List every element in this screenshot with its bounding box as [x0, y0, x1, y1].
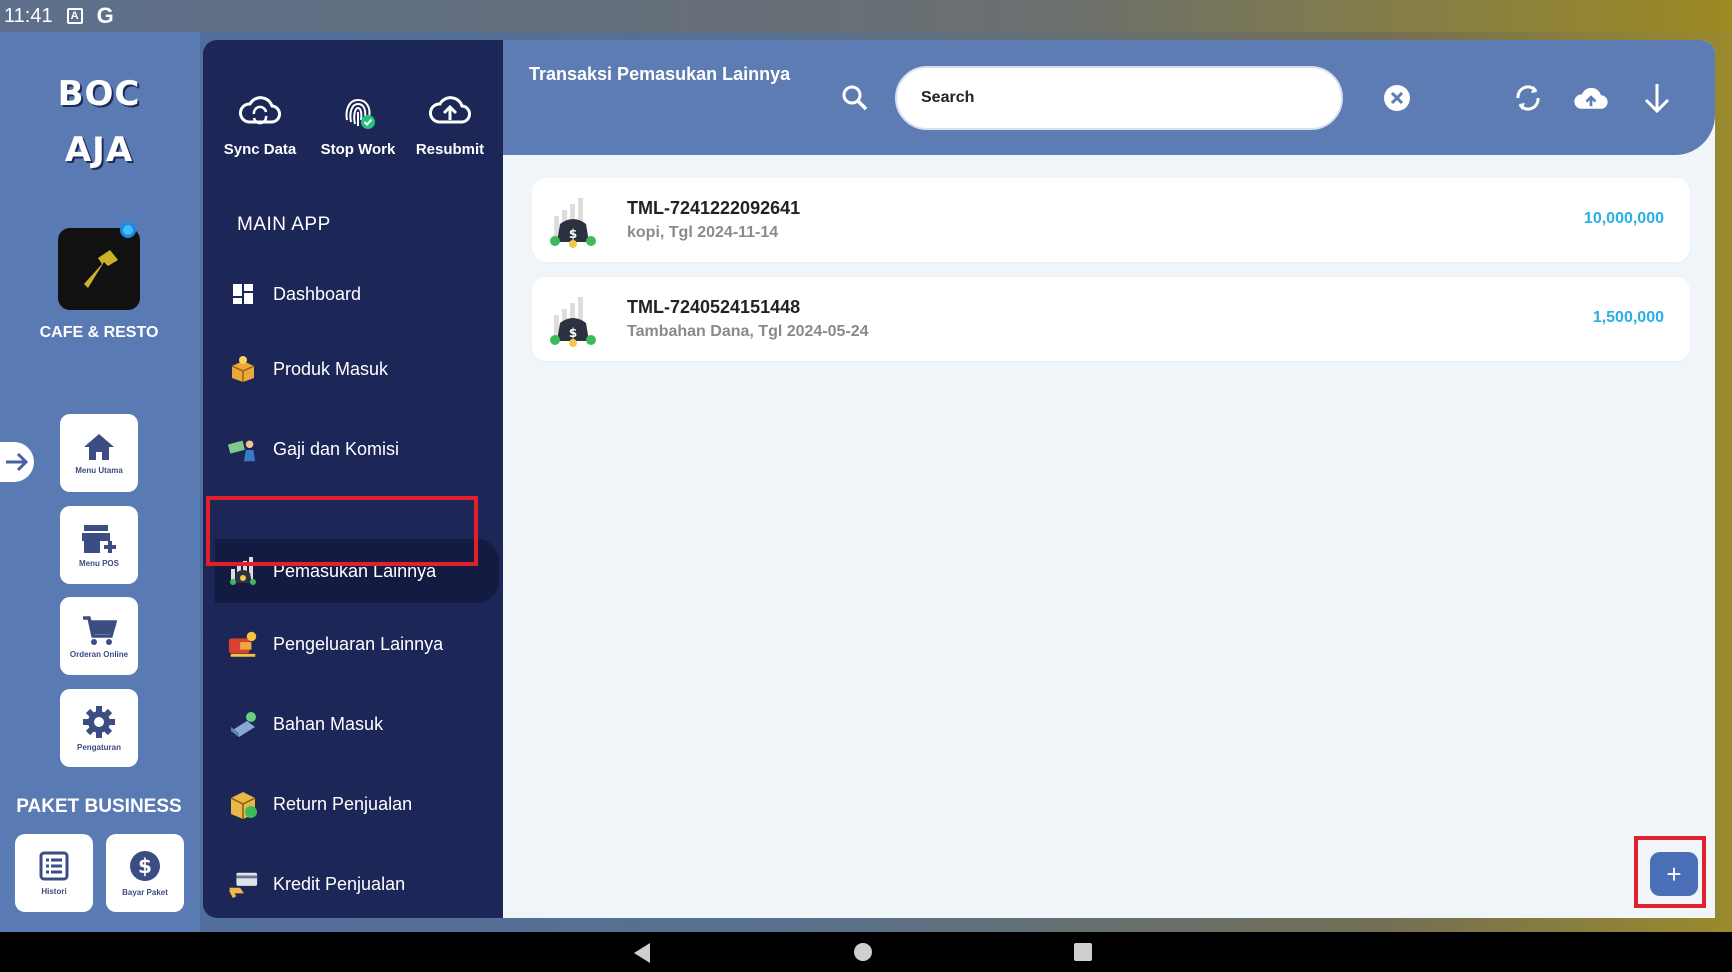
recents-icon[interactable] — [1073, 942, 1093, 962]
transaction-card[interactable]: $ TML-7240524151448 Tambahan Dana, Tgl 2… — [532, 277, 1690, 361]
nav-item-produk-masuk[interactable]: Produk Masuk — [215, 337, 499, 401]
transaction-id: TML-7240524151448 — [627, 297, 801, 317]
clear-search-icon[interactable] — [1379, 80, 1415, 116]
money-bag-icon: $ — [550, 297, 596, 347]
bayar-paket-label: Bayar Paket — [122, 887, 168, 897]
svg-text:$: $ — [569, 227, 577, 241]
refresh-icon[interactable] — [1510, 80, 1546, 116]
money-bag-icon: $ — [550, 198, 596, 248]
brand-logo: BOC AJA — [57, 74, 141, 170]
nav-item-bahan-masuk[interactable]: Bahan Masuk — [215, 692, 499, 756]
nav-item-label: Dashboard — [273, 283, 362, 304]
dollar-icon: $ — [130, 850, 160, 881]
search-field[interactable] — [895, 66, 1343, 130]
nav-item-label: Bahan Masuk — [273, 713, 384, 734]
return-icon — [227, 788, 259, 820]
transaction-card[interactable]: $ TML-7241222092641 kopi, Tgl 2024-11-14… — [532, 178, 1690, 262]
svg-text:$: $ — [569, 326, 577, 340]
orderan-online-label: Orderan Online — [69, 649, 129, 659]
nav-item-kredit-penjualan[interactable]: Kredit Penjualan — [215, 852, 499, 916]
nav-item-label: Gaji dan Komisi — [273, 438, 400, 459]
home-nav-icon[interactable] — [853, 942, 873, 962]
histori-button[interactable]: Histori — [15, 834, 93, 912]
gear-icon — [83, 705, 115, 738]
resubmit-label: Resubmit — [415, 141, 485, 158]
cloud-upload-icon[interactable] — [1573, 80, 1609, 116]
histori-label: Histori — [41, 886, 67, 896]
back-icon[interactable] — [632, 942, 652, 964]
stop-work-button[interactable]: Stop Work — [313, 92, 403, 158]
pengaturan-label: Pengaturan — [76, 742, 121, 752]
nav-item-pengeluaran-lainnya[interactable]: Pengeluaran Lainnya — [215, 612, 499, 676]
app-avatar[interactable] — [58, 222, 140, 310]
dashboard-icon — [227, 278, 259, 310]
resubmit-button[interactable]: Resubmit — [405, 92, 495, 158]
sync-data-button[interactable]: Sync Data — [215, 92, 305, 158]
menu-pos-button[interactable]: Menu POS — [60, 506, 138, 584]
cloud-upload-icon — [429, 96, 471, 124]
svg-text:$: $ — [138, 854, 152, 878]
ingredient-icon — [227, 708, 259, 740]
android-nav-bar — [0, 932, 1732, 972]
download-arrow-icon[interactable] — [1639, 80, 1675, 116]
sync-data-label: Sync Data — [223, 141, 297, 158]
menu-utama-button[interactable]: Menu Utama — [60, 414, 138, 492]
nav-item-return-penjualan[interactable]: Return Penjualan — [215, 772, 499, 836]
hammer-logo-icon — [84, 250, 118, 288]
credit-icon — [227, 868, 259, 900]
section-title: MAIN APP — [237, 214, 331, 235]
page-title: Transaksi Pemasukan Lainnya — [529, 64, 791, 84]
pengaturan-button[interactable]: Pengaturan — [60, 689, 138, 767]
expense-icon — [227, 628, 259, 660]
search-icon[interactable] — [841, 84, 869, 112]
store-add-icon — [82, 524, 116, 553]
cloud-sync-icon — [239, 96, 281, 125]
menu-pos-label: Menu POS — [78, 558, 119, 568]
home-icon — [84, 433, 114, 460]
online-badge — [120, 222, 136, 238]
app-name: CAFE & RESTO — [39, 324, 159, 341]
orderan-online-button[interactable]: Orderan Online — [60, 597, 138, 675]
a-icon: A — [66, 8, 83, 24]
nav-item-dashboard[interactable]: Dashboard — [215, 262, 499, 326]
nav-item-label: Produk Masuk — [273, 358, 389, 379]
stop-work-label: Stop Work — [320, 141, 396, 158]
header-bar: Transaksi Pemasukan Lainnya — [503, 40, 1715, 155]
transaction-amount: 1,500,000 — [1592, 309, 1664, 326]
paket-title: PAKET BUSINESS — [16, 796, 182, 817]
bayar-paket-button[interactable]: $ Bayar Paket — [106, 834, 184, 912]
list-icon — [39, 851, 69, 880]
nav-item-label: Kredit Penjualan — [273, 873, 406, 894]
add-button-highlight — [1634, 836, 1706, 908]
menu-utama-label: Menu Utama — [75, 465, 123, 475]
fingerprint-icon — [345, 98, 375, 129]
search-input[interactable] — [921, 89, 1341, 107]
transaction-id: TML-7241222092641 — [627, 198, 801, 218]
nav-item-label: Pengeluaran Lainnya — [273, 633, 444, 654]
status-bar: 11:41 A G — [0, 0, 1732, 32]
google-icon: G — [96, 3, 114, 28]
box-icon — [227, 353, 259, 385]
active-item-highlight — [206, 496, 478, 566]
salary-icon — [227, 433, 259, 465]
main-panel: Transaksi Pemasukan Lainnya $ TML-724122… — [503, 40, 1715, 918]
nav-drawer: Sync Data Stop Work Resubmit MAIN APP Da… — [203, 40, 503, 918]
status-time: 11:41 — [4, 4, 53, 27]
nav-item-gaji-dan-komisi[interactable]: Gaji dan Komisi — [215, 417, 499, 481]
transaction-amount: 10,000,000 — [1583, 210, 1664, 227]
cart-icon — [83, 615, 117, 645]
nav-item-label: Return Penjualan — [273, 793, 413, 814]
transaction-subtitle: kopi, Tgl 2024-11-14 — [627, 224, 779, 241]
transaction-subtitle: Tambahan Dana, Tgl 2024-05-24 — [627, 323, 869, 340]
